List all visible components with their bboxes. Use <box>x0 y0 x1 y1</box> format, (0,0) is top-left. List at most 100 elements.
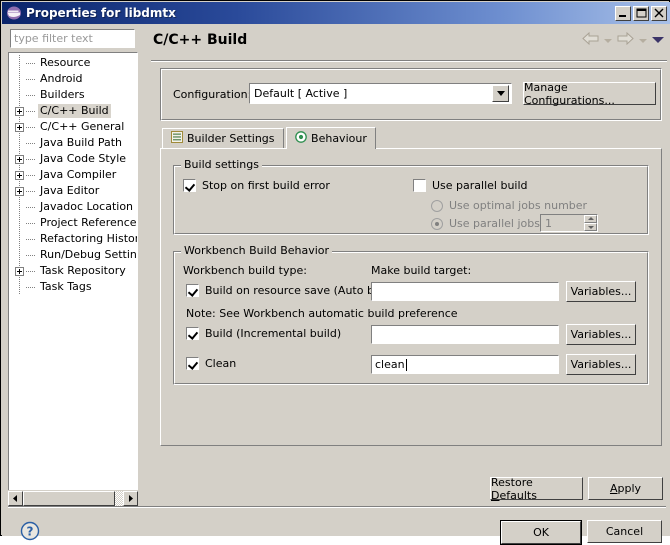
manage-configurations-button[interactable]: Manage Configurations... <box>523 81 656 107</box>
window-title: Properties for libdmtx <box>26 6 176 20</box>
stop-on-first-error-checkbox[interactable] <box>183 179 196 192</box>
expand-plus-icon[interactable] <box>15 154 24 164</box>
expand-plus-icon[interactable] <box>15 266 24 276</box>
build-incremental-row[interactable]: Build (Incremental build) <box>186 327 341 340</box>
tree-item-android[interactable]: Android <box>9 71 137 87</box>
tree-item-java-build-path[interactable]: Java Build Path <box>9 135 137 151</box>
tab-builder-settings[interactable]: Builder Settings <box>162 128 284 148</box>
build-incremental-label: Build (Incremental build) <box>205 327 342 340</box>
spinner-up-icon <box>584 215 597 223</box>
text-cursor <box>405 358 407 371</box>
clean-row[interactable]: Clean <box>186 357 236 370</box>
workbench-build-behavior-group: Workbench Build Behavior Workbench build… <box>173 245 649 385</box>
tree-item-label: Java Editor <box>40 184 100 197</box>
build-on-resource-save-checkbox[interactable] <box>186 284 199 297</box>
view-menu-icon[interactable] <box>652 34 664 47</box>
leaf-marker-icon <box>15 139 24 148</box>
expand-plus-icon[interactable] <box>15 122 24 132</box>
document-lines-icon <box>171 131 183 146</box>
tree-item-c-cpp-general[interactable]: C/C++ General <box>9 119 137 135</box>
forward-dropdown-icon[interactable] <box>639 34 647 47</box>
back-arrow-icon[interactable] <box>582 31 599 48</box>
tab-bar: Builder Settings Behaviour <box>162 127 376 149</box>
ok-label: OK <box>501 521 581 544</box>
configuration-value: Default [ Active ] <box>254 87 348 100</box>
tree-dash-icon <box>26 94 36 96</box>
tree-item-label: Android <box>40 72 83 85</box>
window-controls <box>615 5 667 21</box>
back-dropdown-icon[interactable] <box>604 34 612 47</box>
workbench-build-note: Note: See Workbench automatic build pref… <box>186 307 458 320</box>
expand-plus-icon[interactable] <box>15 186 24 196</box>
expand-plus-icon[interactable] <box>15 106 24 116</box>
tree-dash-icon <box>26 62 36 64</box>
footer-separator <box>8 506 666 508</box>
title-bar: Properties for libdmtx <box>2 2 670 24</box>
configuration-label: Configuration: <box>173 88 252 101</box>
target-circle-icon <box>295 131 307 146</box>
help-icon[interactable]: ? <box>20 521 40 541</box>
clean-build-target-input[interactable]: clean <box>371 355 559 374</box>
apply-button[interactable]: Apply <box>588 477 663 500</box>
dialog-body: type filter text Resource Android Builde… <box>2 24 670 545</box>
tree-item-java-compiler[interactable]: Java Compiler <box>9 167 137 183</box>
tab-behaviour[interactable]: Behaviour <box>286 127 376 149</box>
tree-item-label: Javadoc Location <box>40 200 134 213</box>
leaf-marker-icon <box>15 235 24 244</box>
variables-button-incremental-build[interactable]: Variables... <box>566 324 636 345</box>
build-incremental-checkbox[interactable] <box>186 327 199 340</box>
chevron-down-icon[interactable] <box>492 85 509 102</box>
leaf-marker-icon <box>15 203 24 212</box>
use-parallel-jobs-label: Use parallel jobs: <box>449 217 544 230</box>
tree-item-java-code-style[interactable]: Java Code Style <box>9 151 137 167</box>
tree-horizontal-scrollbar[interactable] <box>8 490 138 506</box>
restore-defaults-button[interactable]: Restore Defaults <box>490 475 583 502</box>
settings-tree[interactable]: Resource Android Builders C/C++ Build C/… <box>8 52 138 498</box>
use-parallel-build-checkbox[interactable] <box>413 179 426 192</box>
ok-button[interactable]: OK <box>500 520 582 545</box>
tree-item-run-debug-settings[interactable]: Run/Debug Settings <box>9 247 137 263</box>
scrollbar-thumb[interactable] <box>23 490 115 506</box>
tree-dash-icon <box>26 286 36 288</box>
tree-item-project-references[interactable]: Project References <box>9 215 137 231</box>
scroll-right-icon[interactable] <box>123 490 138 506</box>
tree-item-java-editor[interactable]: Java Editor <box>9 183 137 199</box>
workbench-build-legend: Workbench Build Behavior <box>181 245 333 257</box>
scroll-left-icon[interactable] <box>8 490 23 506</box>
stop-on-first-error-label: Stop on first build error <box>202 179 330 192</box>
close-button[interactable] <box>651 5 667 21</box>
restore-defaults-label: Restore Defaults <box>491 475 537 502</box>
tree-item-javadoc-location[interactable]: Javadoc Location <box>9 199 137 215</box>
filter-input[interactable]: type filter text <box>10 29 135 48</box>
tree-item-label: Builders <box>40 88 85 101</box>
forward-arrow-icon[interactable] <box>617 31 634 48</box>
variables-button-auto-build[interactable]: Variables... <box>566 281 636 302</box>
tree-item-builders[interactable]: Builders <box>9 87 137 103</box>
clean-label: Clean <box>205 357 237 370</box>
maximize-button[interactable] <box>633 5 649 21</box>
apply-label: Apply <box>609 482 642 495</box>
tree-item-task-tags[interactable]: Task Tags <box>9 279 137 295</box>
make-build-target-label: Make build target: <box>371 264 472 277</box>
expand-plus-icon[interactable] <box>15 170 24 180</box>
configuration-combo[interactable]: Default [ Active ] <box>249 83 512 104</box>
minimize-button[interactable] <box>615 5 631 21</box>
variables-button-clean[interactable]: Variables... <box>566 354 636 375</box>
tree-item-task-repository[interactable]: Task Repository <box>9 263 137 279</box>
scrollbar-track[interactable] <box>23 490 123 506</box>
stop-on-first-error-row[interactable]: Stop on first build error <box>183 179 330 192</box>
tree-items: Resource Android Builders C/C++ Build C/… <box>9 55 137 295</box>
tree-item-c-cpp-build[interactable]: C/C++ Build <box>9 103 137 119</box>
use-parallel-build-row[interactable]: Use parallel build <box>413 179 528 192</box>
tree-item-refactoring-history[interactable]: Refactoring History <box>9 231 137 247</box>
cancel-button[interactable]: Cancel <box>587 520 662 543</box>
tree-dash-icon <box>26 206 36 208</box>
auto-build-target-input[interactable] <box>371 282 559 301</box>
build-on-resource-save-row[interactable]: Build on resource save (Auto build) <box>186 284 398 297</box>
settings-page: C/C++ Build Configuration: Default [Act… <box>146 24 670 502</box>
incremental-build-target-input[interactable] <box>371 325 559 344</box>
tree-dash-icon <box>26 142 36 144</box>
spinner-down-icon <box>584 223 597 231</box>
tree-item-resource[interactable]: Resource <box>9 55 137 71</box>
clean-checkbox[interactable] <box>186 357 199 370</box>
